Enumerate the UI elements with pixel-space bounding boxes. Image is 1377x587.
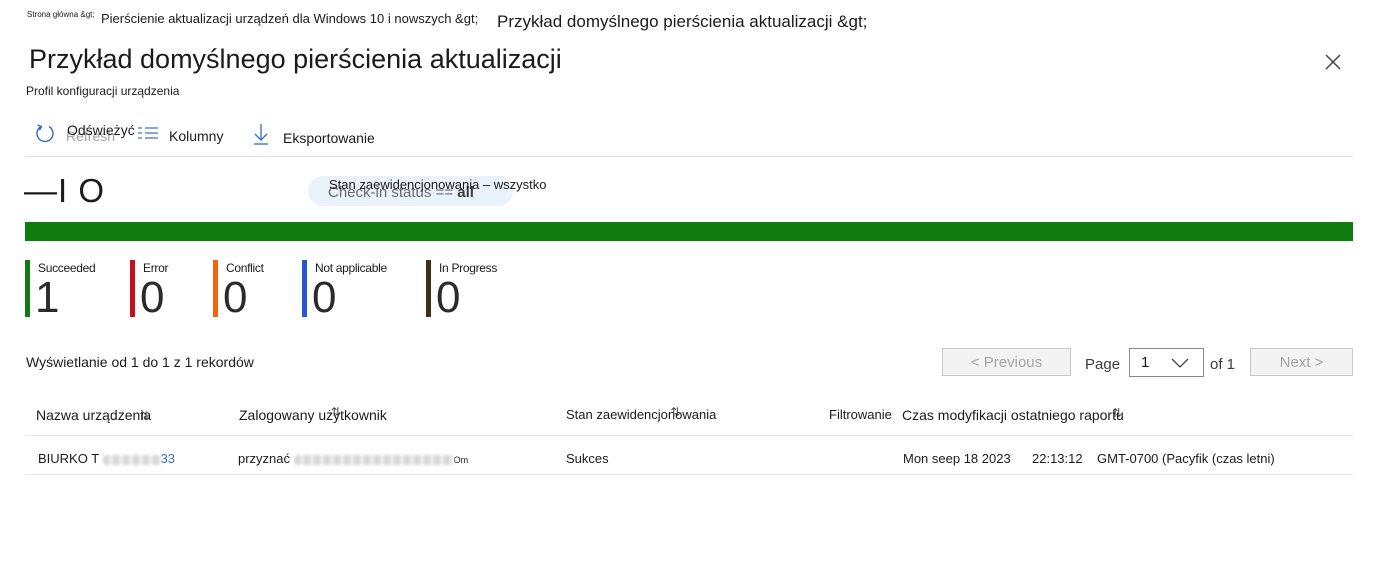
stat-not-applicable-value: 0	[312, 273, 337, 322]
sort-icon: ⇅	[670, 405, 681, 419]
export-label: Eksportowanie	[283, 130, 375, 146]
stat-succeeded-bar	[25, 260, 30, 317]
table-row-date: Mon seep 18 2023	[903, 451, 1011, 466]
page-subtitle: Profil konfiguracji urządzenia	[26, 84, 180, 98]
table-row-user: przyznać Om	[238, 451, 469, 466]
filter-label: Stan zaewidencjonowania – wszystko	[329, 177, 547, 192]
chevron-down-icon	[1171, 358, 1189, 368]
table-row-divider	[25, 474, 1353, 475]
table-row-timezone: GMT-0700 (Pacyfik (czas letni)	[1097, 451, 1275, 466]
status-bar	[25, 222, 1353, 241]
table-row-status: Sukces	[566, 451, 609, 466]
page-select[interactable]: 1	[1129, 348, 1204, 377]
stat-error-value: 0	[140, 273, 165, 322]
records-count: Wyświetlanie od 1 do 1 z 1 rekordów	[26, 354, 254, 370]
column-header-device-name[interactable]: Nazwa urządzenia⇅	[36, 407, 151, 423]
page-label: Page	[1085, 356, 1121, 373]
columns-icon	[138, 127, 158, 139]
total-count: —I O	[24, 172, 106, 209]
column-header-last-report-time[interactable]: Czas modyfikacji ostatniego raportu⇅	[902, 406, 1124, 423]
stat-error-bar	[130, 260, 135, 317]
breadcrumb-current: Przykład domyślnego pierścienia aktualiz…	[497, 12, 868, 31]
close-button[interactable]	[1322, 51, 1344, 73]
download-icon	[254, 124, 268, 145]
redacted-text	[102, 454, 161, 465]
stat-in-progress-bar	[426, 260, 431, 317]
previous-button[interactable]: < Previous	[942, 348, 1071, 376]
stat-conflict-bar	[213, 260, 218, 317]
page-select-value: 1	[1141, 354, 1150, 371]
stat-in-progress-value: 0	[436, 273, 461, 322]
columns-button[interactable]: Kolumny	[137, 122, 223, 144]
sort-icon: ⇅	[330, 405, 341, 419]
stat-not-applicable-bar	[302, 260, 307, 317]
columns-label: Kolumny	[169, 128, 224, 144]
stat-succeeded-value: 1	[35, 273, 60, 322]
page-title: Przykład domyślnego pierścienia aktualiz…	[29, 44, 562, 74]
table-header-divider	[25, 435, 1353, 436]
table-row-time: 22:13:12	[1032, 451, 1083, 466]
column-header-checkin-status[interactable]: Stan zaewidencjonowania⇅	[566, 405, 716, 422]
toolbar-divider	[25, 156, 1353, 157]
stat-conflict-value: 0	[223, 273, 248, 322]
export-button[interactable]: Eksportowanie	[252, 122, 375, 146]
table-row-device[interactable]: BIURKO T 33	[38, 451, 175, 466]
column-header-filtering[interactable]: Filtrowanie	[829, 407, 892, 422]
redacted-text	[293, 454, 454, 465]
sort-icon: ⇅	[1111, 406, 1122, 420]
breadcrumb-home[interactable]: Strona główna &gt;	[27, 10, 95, 19]
refresh-icon	[36, 124, 54, 143]
next-button[interactable]: Next >	[1250, 348, 1353, 376]
sort-icon: ⇅	[139, 409, 150, 423]
refresh-button[interactable]: Odświeżyć	[34, 122, 135, 144]
close-icon	[1325, 54, 1341, 70]
breadcrumb-update-rings[interactable]: Pierścienie aktualizacji urządzeń dla Wi…	[101, 11, 478, 26]
page-total: of 1	[1210, 356, 1236, 373]
column-header-logged-user[interactable]: Zalogowany użytkownik⇅	[239, 405, 387, 423]
refresh-label: Odświeżyć	[67, 121, 135, 138]
